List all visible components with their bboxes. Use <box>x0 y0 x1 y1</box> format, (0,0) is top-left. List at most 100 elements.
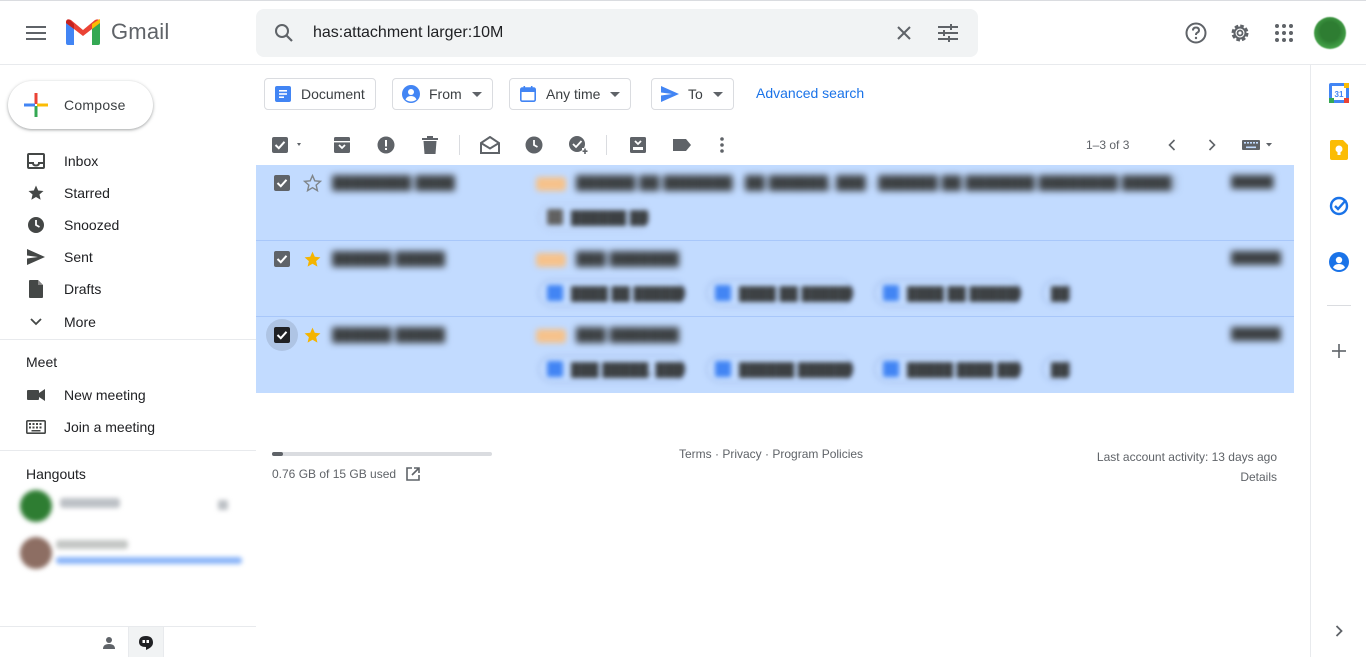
separator: · <box>761 447 773 461</box>
spam-icon <box>377 136 395 154</box>
blurred-attachment-chip[interactable]: ████ ██ ███████ <box>706 279 854 307</box>
mark-as-read-button[interactable] <box>474 129 506 161</box>
row-checkbox[interactable] <box>272 173 292 193</box>
filter-chip-any-time[interactable]: Any time <box>509 78 632 110</box>
archive-button[interactable] <box>326 129 358 161</box>
blurred-more-chip[interactable]: ██ <box>1042 355 1072 383</box>
gmail-m-icon <box>66 18 100 45</box>
row-star-toggle[interactable] <box>302 325 322 345</box>
apps-button[interactable] <box>1264 13 1304 53</box>
caret-down-icon <box>610 91 621 97</box>
report-spam-button[interactable] <box>370 129 402 161</box>
join-meeting-item[interactable]: Join a meeting <box>0 411 256 443</box>
keyboard-icon <box>1242 140 1272 150</box>
tasks-app-button[interactable] <box>1325 192 1353 220</box>
account-avatar[interactable] <box>1314 17 1346 49</box>
blurred-name <box>60 498 120 508</box>
blurred-attachment-chip[interactable]: █████ ████ ███ <box>874 355 1022 383</box>
document-icon <box>273 84 293 104</box>
main-content: Document From Any time To Advanced searc… <box>256 65 1310 657</box>
settings-button[interactable] <box>1220 13 1260 53</box>
search-button[interactable] <box>268 17 300 49</box>
contacts-tab[interactable] <box>91 627 127 657</box>
sidebar: Compose Inbox Starred Snoozed Sent Draft… <box>0 65 256 657</box>
open-in-new-icon[interactable] <box>406 467 420 481</box>
blurred-name <box>56 540 128 549</box>
tasks-icon <box>1329 196 1349 216</box>
chevron-right-icon <box>1335 625 1343 637</box>
rail-divider <box>1327 305 1351 306</box>
contacts-app-button[interactable] <box>1325 248 1353 276</box>
blurred-attachment-chip[interactable]: ████ ██ ███████ <box>874 279 1022 307</box>
calendar-app-button[interactable]: 31 <box>1325 79 1353 107</box>
labels-button[interactable] <box>666 129 698 161</box>
search-input[interactable]: has:attachment larger:10M <box>313 24 503 42</box>
select-all-checkbox[interactable] <box>266 129 310 161</box>
new-meeting-item[interactable]: New meeting <box>0 379 256 411</box>
compose-button[interactable]: Compose <box>8 81 153 129</box>
email-row[interactable]: ██████ █████ ███ ███████ ██████ ███ ████… <box>256 317 1294 393</box>
add-to-tasks-button[interactable] <box>562 129 594 161</box>
privacy-link[interactable]: Privacy <box>722 447 761 461</box>
keep-app-button[interactable] <box>1325 136 1353 164</box>
blurred-label <box>536 177 566 191</box>
checkbox-checked-icon <box>274 327 290 343</box>
blurred-attachment-chip[interactable]: ████ ██ ████████ <box>538 279 686 307</box>
separator: · <box>711 447 723 461</box>
row-star-toggle[interactable] <box>302 173 322 193</box>
sidebar-item-drafts[interactable]: Drafts <box>0 273 256 305</box>
program-policies-link[interactable]: Program Policies <box>772 447 863 461</box>
newer-button[interactable] <box>1156 129 1188 161</box>
search-bar[interactable]: has:attachment larger:10M <box>256 9 978 57</box>
blurred-attachment-chip[interactable]: ██████ ██ <box>538 203 650 231</box>
contacts-icon <box>1329 252 1349 272</box>
sidebar-item-snoozed[interactable]: Snoozed <box>0 209 256 241</box>
hangouts-contact[interactable] <box>20 535 244 571</box>
terms-link[interactable]: Terms <box>679 447 712 461</box>
blurred-attachment-chip[interactable]: ███ █████, ████ <box>538 355 686 383</box>
caret-down-icon <box>712 91 723 97</box>
blurred-attachment-chip[interactable]: ██████ ██████ <box>706 355 854 383</box>
snooze-button[interactable] <box>518 129 550 161</box>
advanced-search-link[interactable]: Advanced search <box>756 85 864 101</box>
chip-label: To <box>688 86 703 102</box>
hangouts-contact[interactable] <box>20 488 244 524</box>
row-checkbox[interactable] <box>266 319 298 351</box>
chevron-down-icon <box>24 310 48 334</box>
more-actions-button[interactable] <box>706 129 738 161</box>
get-addons-button[interactable] <box>1325 337 1353 365</box>
delete-button[interactable] <box>414 129 446 161</box>
inbox-icon <box>24 149 48 173</box>
row-star-toggle[interactable] <box>302 249 322 269</box>
clear-search-button[interactable] <box>888 17 920 49</box>
blurred-date: █████ <box>1231 175 1274 189</box>
sidebar-item-label: Inbox <box>64 153 99 169</box>
older-button[interactable] <box>1196 129 1228 161</box>
show-side-panel-button[interactable] <box>1325 617 1353 645</box>
main-menu-button[interactable] <box>16 13 56 53</box>
star-filled-icon <box>304 327 320 343</box>
email-row[interactable]: ██████ █████ ███ ███████ ██████ ████ ██ … <box>256 241 1294 317</box>
blurred-subject: ███ ███████ <box>576 327 680 343</box>
move-to-button[interactable] <box>622 129 654 161</box>
search-options-button[interactable] <box>932 17 964 49</box>
filter-chip-from[interactable]: From <box>392 78 493 110</box>
filter-chip-document[interactable]: Document <box>264 78 376 110</box>
blurred-more-chip[interactable]: ██ <box>1042 279 1072 307</box>
chip-label: Any time <box>546 86 601 102</box>
sidebar-item-more[interactable]: More <box>0 306 256 338</box>
blurred-sender: ██████ █████ <box>332 251 445 267</box>
hangouts-tab[interactable] <box>128 627 164 657</box>
email-row[interactable]: ████████ ████ ██████ ██ ███████ · ██ ███… <box>256 165 1294 241</box>
filter-chip-to[interactable]: To <box>651 78 734 110</box>
support-button[interactable] <box>1176 13 1216 53</box>
details-link[interactable]: Details <box>1097 467 1277 487</box>
row-checkbox[interactable] <box>272 249 292 269</box>
input-tools-button[interactable] <box>1238 129 1278 161</box>
sidebar-item-starred[interactable]: Starred <box>0 177 256 209</box>
sidebar-item-sent[interactable]: Sent <box>0 241 256 273</box>
sidebar-item-inbox[interactable]: Inbox <box>0 145 256 177</box>
gmail-logo[interactable]: Gmail <box>64 17 169 47</box>
chip-label: From <box>429 86 462 102</box>
star-outline-icon <box>302 173 322 192</box>
